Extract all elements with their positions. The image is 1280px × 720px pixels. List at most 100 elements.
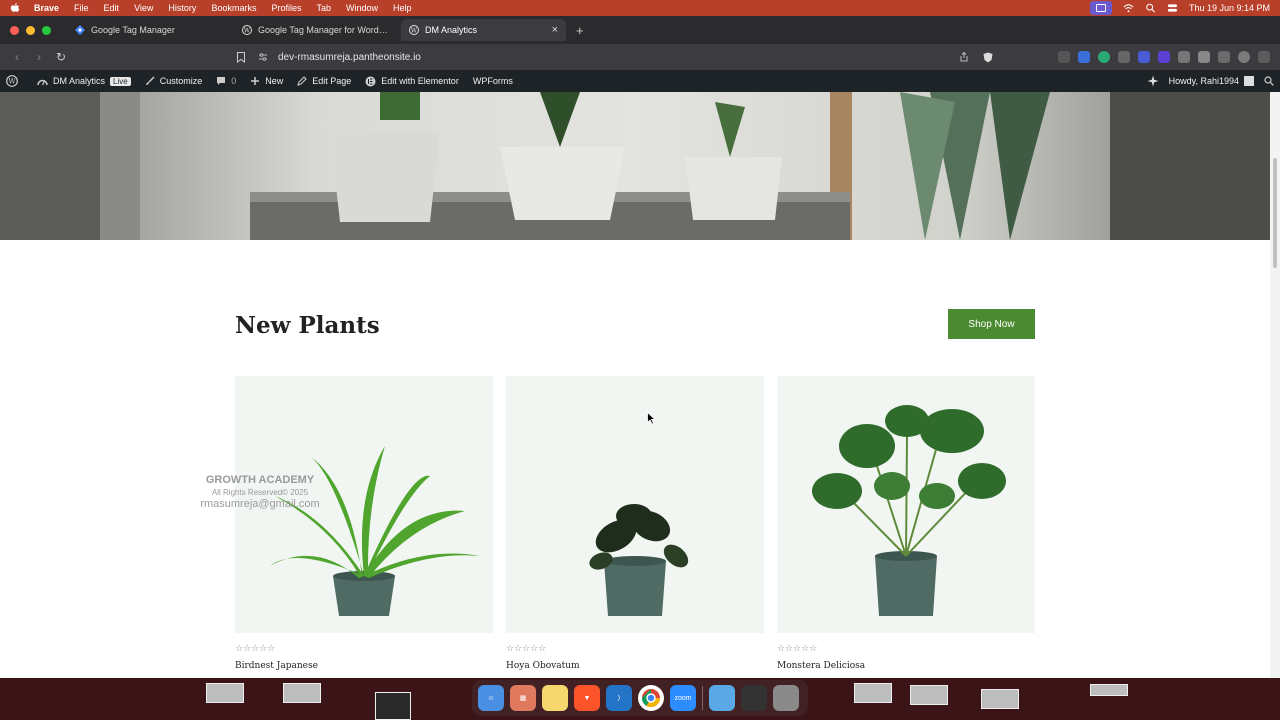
screenshot-stack-icon[interactable] bbox=[741, 685, 767, 711]
vscode-icon[interactable]: ⟩ bbox=[606, 685, 632, 711]
share-icon[interactable] bbox=[959, 52, 969, 62]
notes-icon[interactable] bbox=[542, 685, 568, 711]
shop-now-button[interactable]: Shop Now bbox=[948, 309, 1035, 339]
product-name[interactable]: Hoya Obovatum bbox=[506, 661, 764, 671]
menu-view[interactable]: View bbox=[134, 3, 153, 13]
control-center-icon[interactable] bbox=[1167, 3, 1178, 13]
wpforms-label: WPForms bbox=[472, 76, 513, 86]
desktop-file-thumbnail[interactable] bbox=[283, 683, 321, 703]
new-content-menu[interactable]: New bbox=[250, 76, 283, 86]
desktop-file-thumbnail[interactable] bbox=[854, 683, 892, 703]
close-tab-icon[interactable]: × bbox=[552, 24, 558, 36]
product-card[interactable]: ☆☆☆☆☆ Birdnest Japanese bbox=[235, 376, 493, 671]
extension-icon[interactable] bbox=[1058, 51, 1070, 63]
menu-history[interactable]: History bbox=[168, 3, 196, 13]
wp-logo-menu[interactable]: W bbox=[6, 75, 23, 87]
extension-icon[interactable] bbox=[1098, 51, 1110, 63]
howdy-greeting: Howdy, Rahi1994 bbox=[1168, 76, 1239, 86]
pencil-icon bbox=[297, 76, 308, 86]
menu-window[interactable]: Window bbox=[346, 3, 378, 13]
sparkle-icon[interactable] bbox=[1147, 75, 1159, 87]
menu-bookmarks[interactable]: Bookmarks bbox=[211, 3, 256, 13]
comments-count: 0 bbox=[231, 76, 237, 86]
brave-shields-icon[interactable] bbox=[983, 52, 993, 63]
wordpress-icon: W bbox=[6, 75, 18, 87]
menubar-clock[interactable]: Thu 19 Jun 9:14 PM bbox=[1189, 3, 1270, 13]
extension-icon[interactable] bbox=[1138, 51, 1150, 63]
leo-ai-icon[interactable] bbox=[1218, 51, 1230, 63]
tab-label: Google Tag Manager for WordPress bbox=[258, 25, 391, 35]
spotlight-search-icon[interactable] bbox=[1145, 3, 1156, 13]
trash-icon[interactable] bbox=[773, 685, 799, 711]
downloads-folder-icon[interactable] bbox=[709, 685, 735, 711]
bookmark-icon[interactable] bbox=[236, 51, 246, 63]
tab-gtm-wordpress[interactable]: W Google Tag Manager for WordPress bbox=[234, 19, 399, 41]
menu-icon[interactable] bbox=[1258, 51, 1270, 63]
desktop-file-thumbnail[interactable] bbox=[910, 685, 948, 705]
chrome-icon[interactable] bbox=[638, 685, 664, 711]
product-image[interactable] bbox=[506, 376, 764, 633]
back-button[interactable]: ‹ bbox=[10, 50, 24, 64]
menu-tab[interactable]: Tab bbox=[316, 3, 331, 13]
browser-window: Google Tag Manager W Google Tag Manager … bbox=[0, 16, 1280, 678]
monstera-plant-illustration bbox=[812, 405, 1006, 616]
address-bar[interactable]: dev-rmasumreja.pantheonsite.io bbox=[258, 47, 993, 67]
scrollbar-thumb[interactable] bbox=[1273, 158, 1277, 268]
menu-profiles[interactable]: Profiles bbox=[271, 3, 301, 13]
finder-icon[interactable]: ☺ bbox=[478, 685, 504, 711]
search-icon[interactable] bbox=[1264, 76, 1274, 86]
extension-icon[interactable] bbox=[1118, 51, 1130, 63]
forward-button[interactable]: › bbox=[32, 50, 46, 64]
menu-file[interactable]: File bbox=[74, 3, 89, 13]
product-name[interactable]: Monstera Deliciosa bbox=[777, 661, 1035, 671]
edit-elementor-link[interactable]: Edit with Elementor bbox=[365, 76, 459, 87]
vpn-icon[interactable] bbox=[1238, 51, 1250, 63]
brave-browser-icon[interactable]: ▼ bbox=[574, 685, 600, 711]
menu-edit[interactable]: Edit bbox=[104, 3, 120, 13]
browser-toolbar: ‹ › ↻ dev-rmasumreja.pantheonsite.io bbox=[0, 44, 1280, 70]
customize-link[interactable]: Customize bbox=[145, 76, 203, 86]
reload-button[interactable]: ↻ bbox=[54, 50, 68, 64]
extension-icon[interactable] bbox=[1078, 51, 1090, 63]
tab-label: DM Analytics bbox=[425, 25, 478, 35]
edit-page-link[interactable]: Edit Page bbox=[297, 76, 351, 86]
zoom-icon[interactable]: zoom bbox=[670, 685, 696, 711]
launchpad-icon[interactable]: ▦ bbox=[510, 685, 536, 711]
extension-icon[interactable] bbox=[1158, 51, 1170, 63]
minimize-window-button[interactable] bbox=[26, 25, 35, 35]
screen-record-icon[interactable] bbox=[1089, 1, 1112, 15]
site-name-menu[interactable]: DM Analytics Live bbox=[37, 76, 131, 86]
menu-help[interactable]: Help bbox=[393, 3, 412, 13]
desktop-file-thumbnail[interactable] bbox=[981, 689, 1019, 709]
desktop-file-thumbnail[interactable] bbox=[1090, 684, 1128, 696]
product-card[interactable]: ☆☆☆☆☆ Monstera Deliciosa bbox=[777, 376, 1035, 671]
close-window-button[interactable] bbox=[10, 25, 19, 35]
customize-label: Customize bbox=[159, 76, 203, 86]
comments-link[interactable]: 0 bbox=[216, 76, 236, 86]
desktop-file-thumbnail[interactable] bbox=[206, 683, 244, 703]
wpforms-menu[interactable]: WPForms bbox=[473, 76, 513, 86]
user-menu[interactable]: Howdy, Rahi1994 bbox=[1169, 76, 1254, 86]
apple-icon[interactable] bbox=[10, 2, 20, 14]
live-badge: Live bbox=[110, 76, 131, 86]
extensions-puzzle-icon[interactable] bbox=[1178, 51, 1190, 63]
site-info-icon[interactable] bbox=[258, 52, 268, 62]
wifi-icon[interactable] bbox=[1123, 3, 1134, 13]
page-scrollbar[interactable] bbox=[1270, 92, 1280, 678]
tab-dm-analytics[interactable]: W DM Analytics × bbox=[401, 19, 566, 41]
product-card[interactable]: ☆☆☆☆☆ Hoya Obovatum bbox=[506, 376, 764, 671]
product-image[interactable] bbox=[777, 376, 1035, 633]
macos-menubar: Brave File Edit View History Bookmarks P… bbox=[0, 0, 1280, 16]
desktop-file-thumbnail[interactable] bbox=[375, 692, 411, 720]
new-tab-button[interactable]: + bbox=[576, 23, 584, 38]
product-name[interactable]: Birdnest Japanese bbox=[235, 661, 493, 671]
zoom-window-button[interactable] bbox=[42, 25, 51, 35]
watermark-line: rmasumreja@gmail.com bbox=[200, 497, 320, 510]
new-label: New bbox=[265, 76, 284, 86]
sidebar-toggle-icon[interactable] bbox=[1198, 51, 1210, 63]
url-text[interactable]: dev-rmasumreja.pantheonsite.io bbox=[278, 52, 959, 63]
watermark-line: All Rights Reserved© 2025 bbox=[211, 487, 309, 497]
menu-app-name[interactable]: Brave bbox=[34, 3, 59, 13]
tab-google-tag-manager[interactable]: Google Tag Manager bbox=[67, 19, 232, 41]
section-title: New Plants bbox=[235, 312, 380, 339]
